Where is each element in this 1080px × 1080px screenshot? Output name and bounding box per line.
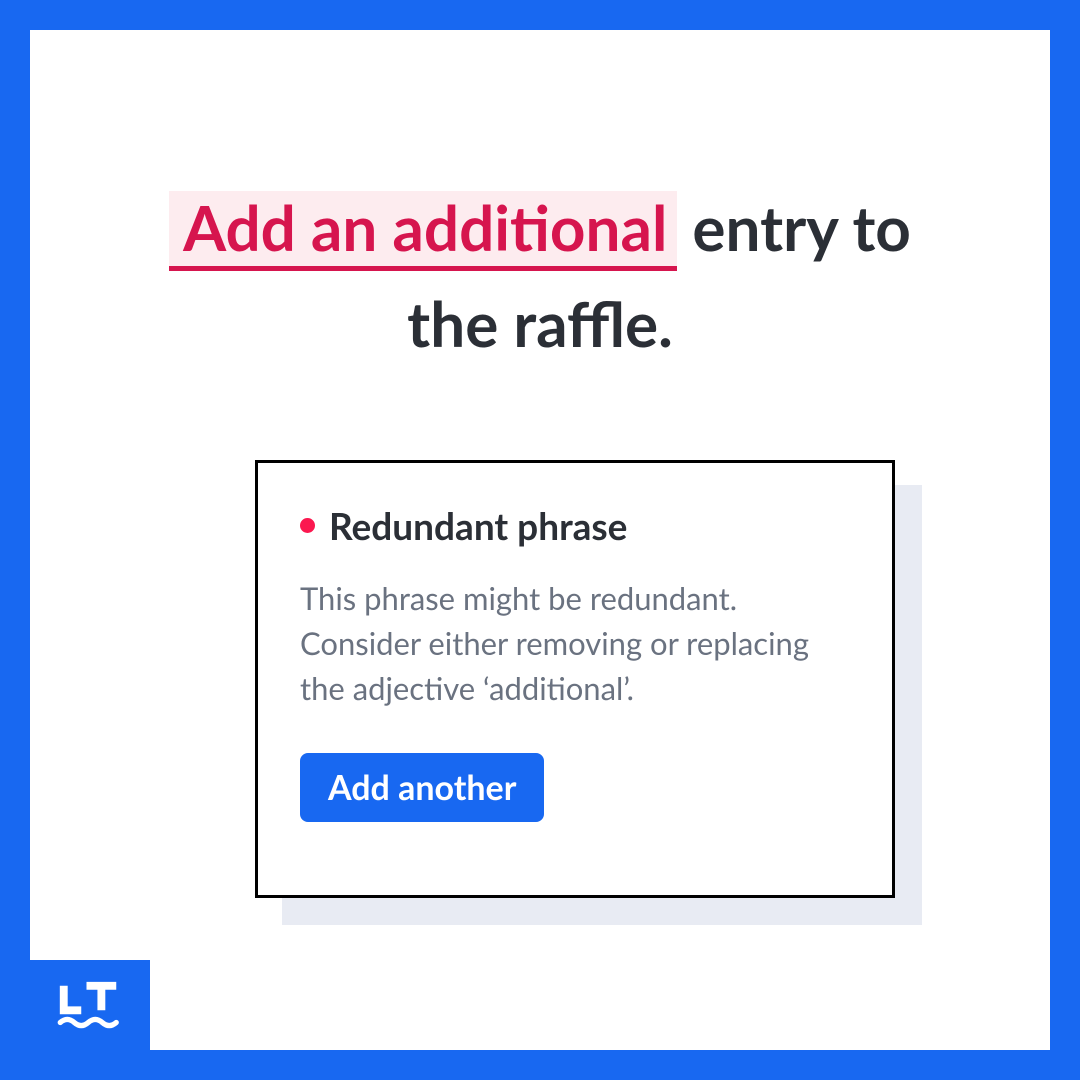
suggestion-button[interactable]: Add another — [300, 753, 544, 822]
lt-logo-icon — [55, 975, 125, 1035]
card-header: Redundant phrase — [300, 503, 850, 548]
error-dot-icon — [300, 518, 315, 533]
card-description: This phrase might be redundant. Consider… — [300, 576, 850, 711]
highlighted-phrase[interactable]: Add an additional — [169, 191, 677, 271]
example-sentence: Add an additional entry to the raffle. — [30, 180, 1050, 372]
main-panel: Add an additional entry to the raffle. R… — [30, 30, 1050, 1050]
card-title: Redundant phrase — [329, 503, 627, 548]
suggestion-card: Redundant phrase This phrase might be re… — [255, 460, 895, 898]
logo-box — [30, 960, 150, 1050]
